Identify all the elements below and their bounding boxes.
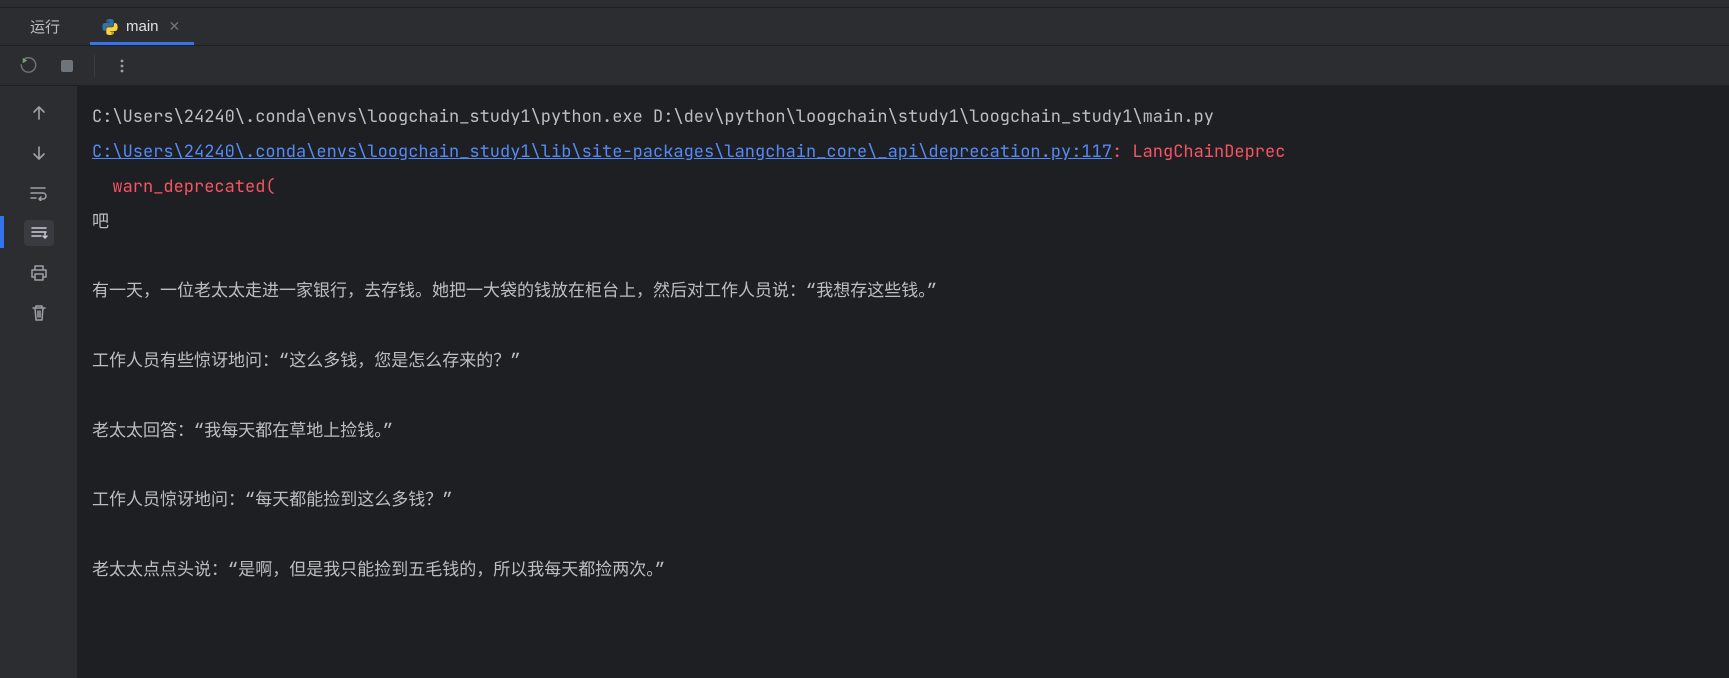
rerun-button[interactable] bbox=[18, 55, 40, 77]
active-indicator bbox=[0, 216, 4, 248]
soft-wrap-icon[interactable] bbox=[24, 180, 54, 206]
python-file-icon bbox=[102, 19, 118, 35]
window-top-strip bbox=[0, 0, 1729, 8]
trash-icon[interactable] bbox=[24, 300, 54, 326]
console-line: 有一天，一位老太太走进一家银行，去存钱。她把一大袋的钱放在柜台上，然后对工作人员… bbox=[92, 280, 937, 302]
tool-window-title: 运行 bbox=[0, 16, 90, 37]
console-command-line: C:\Users\24240\.conda\envs\loogchain_stu… bbox=[92, 106, 1214, 128]
print-icon[interactable] bbox=[24, 260, 54, 286]
close-icon[interactable]: ✕ bbox=[167, 18, 183, 35]
tab-main[interactable]: main ✕ bbox=[90, 8, 194, 45]
run-toolbar bbox=[0, 46, 1729, 86]
console-line: 工作人员有些惊讶地问：“这么多钱，您是怎么存来的？” bbox=[92, 350, 520, 372]
console-line: 老太太点点头说：“是啊，但是我只能捡到五毛钱的，所以我每天都捡两次。” bbox=[92, 559, 665, 581]
console-side-toolbar bbox=[0, 86, 78, 678]
console-output[interactable]: C:\Users\24240\.conda\envs\loogchain_stu… bbox=[78, 86, 1729, 678]
down-arrow-icon[interactable] bbox=[24, 140, 54, 166]
console-file-link[interactable]: C:\Users\24240\.conda\envs\loogchain_stu… bbox=[92, 141, 1112, 163]
tool-tab-bar: 运行 main ✕ bbox=[0, 8, 1729, 46]
console-line: 工作人员惊讶地问：“每天都能捡到这么多钱？” bbox=[92, 489, 452, 511]
up-arrow-icon[interactable] bbox=[24, 100, 54, 126]
toolbar-divider bbox=[94, 55, 95, 77]
console-error-indent: warn_deprecated( bbox=[92, 176, 276, 198]
main-area: C:\Users\24240\.conda\envs\loogchain_stu… bbox=[0, 86, 1729, 678]
tab-label: main bbox=[126, 18, 159, 35]
more-icon[interactable] bbox=[111, 55, 133, 77]
scroll-to-end-icon[interactable] bbox=[24, 220, 54, 246]
console-line: 老太太回答：“我每天都在草地上捡钱。” bbox=[92, 420, 393, 442]
console-line: 吧 bbox=[92, 211, 109, 233]
stop-button[interactable] bbox=[56, 55, 78, 77]
console-error-head: : LangChainDeprec bbox=[1112, 141, 1285, 163]
